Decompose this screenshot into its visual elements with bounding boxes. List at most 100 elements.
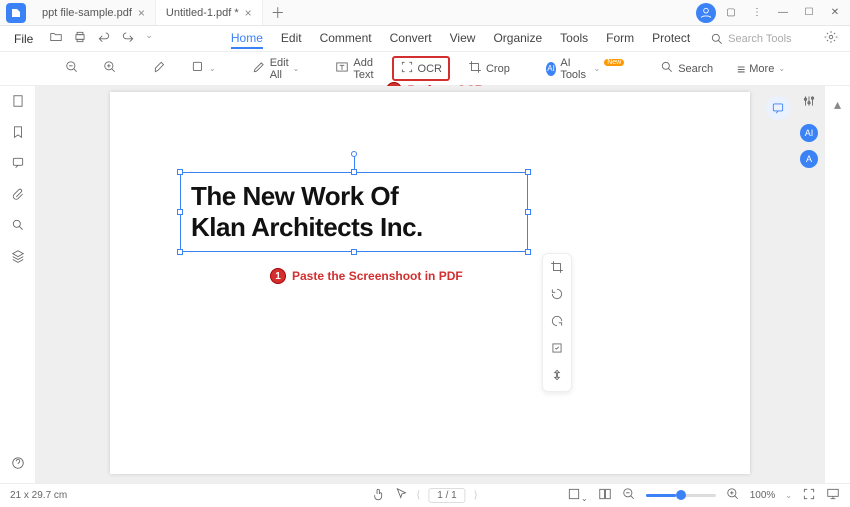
resize-handle[interactable] (177, 209, 183, 215)
callout-1-number: 1 (270, 268, 286, 284)
hand-tool-icon[interactable] (372, 487, 386, 504)
resize-handle[interactable] (351, 169, 357, 175)
tab-file-sample[interactable]: ppt file-sample.pdf × (32, 0, 156, 25)
menu-home[interactable]: Home (231, 29, 263, 49)
panel-settings-icon[interactable] (802, 94, 816, 111)
statusbar: 21 x 29.7 cm ⟨ 1 / 1 ⟩ ⌄ 100%⌄ (0, 483, 850, 507)
tab-label: ppt file-sample.pdf (42, 7, 132, 19)
zoom-slider[interactable] (646, 494, 716, 497)
new-tab-button[interactable]: ＋ (263, 3, 293, 23)
menubar: File ⌄ Home Edit Comment Convert View Or… (0, 26, 850, 52)
menu-organize[interactable]: Organize (493, 29, 542, 49)
maximize-icon[interactable]: ☐ (798, 2, 820, 24)
zoom-value[interactable]: 100% (750, 490, 776, 501)
replace-icon[interactable] (550, 341, 564, 358)
resize-handle[interactable] (525, 169, 531, 175)
rotate-handle[interactable] (351, 151, 357, 157)
close-window-icon[interactable]: ✕ (824, 2, 846, 24)
more-button[interactable]: ≡ More ⌄ (731, 57, 791, 81)
ai-dot-1[interactable]: AI (800, 124, 818, 142)
resize-handle[interactable] (351, 249, 357, 255)
chat-bubble-icon[interactable] (766, 96, 790, 120)
menu-tools[interactable]: Tools (560, 29, 588, 49)
zoom-out-button[interactable] (59, 56, 85, 81)
zoom-in-status-icon[interactable] (726, 487, 740, 504)
attachment-icon[interactable] (11, 187, 25, 204)
layers-icon[interactable] (11, 249, 25, 266)
zoom-out-status-icon[interactable] (622, 487, 636, 504)
quick-dropdown-icon[interactable]: ⌄ (145, 30, 153, 47)
presentation-icon[interactable] (826, 487, 840, 504)
search-rail-icon[interactable] (11, 218, 25, 235)
callout-1-text: Paste the Screenshoot in PDF (292, 269, 463, 283)
scroll-up-icon[interactable]: ▴ (834, 96, 841, 113)
undo-icon[interactable] (97, 30, 111, 47)
shape-button[interactable]: ⌄ (185, 56, 222, 81)
help-icon[interactable] (11, 456, 25, 473)
app-logo[interactable] (6, 3, 26, 23)
menu-protect[interactable]: Protect (652, 29, 690, 49)
redo-icon[interactable] (121, 30, 135, 47)
resize-handle[interactable] (177, 169, 183, 175)
content-line-1: The New Work Of (191, 181, 423, 212)
menu-comment[interactable]: Comment (320, 29, 372, 49)
resize-handle[interactable] (525, 249, 531, 255)
bookmark-icon[interactable] (11, 125, 25, 142)
menu-convert[interactable]: Convert (390, 29, 432, 49)
pdf-page[interactable]: The New Work Of Klan Architects Inc. 1 P… (110, 92, 750, 474)
right-rail: ▴ (824, 86, 850, 483)
settings-icon[interactable] (818, 30, 844, 47)
pointer-icon[interactable] (394, 487, 408, 504)
close-icon[interactable]: × (245, 6, 252, 20)
prev-page-icon[interactable]: ⟨ (416, 490, 420, 501)
highlight-button[interactable] (147, 56, 173, 81)
tab-untitled[interactable]: Untitled-1.pdf * × (156, 0, 263, 25)
tab-label: Untitled-1.pdf * (166, 7, 239, 19)
comment-rail-icon[interactable] (11, 156, 25, 173)
more-sel-icon[interactable] (550, 368, 564, 385)
file-menu[interactable]: File (6, 32, 41, 46)
left-rail (0, 86, 36, 483)
ai-dot-2[interactable]: A (800, 150, 818, 168)
print-icon[interactable] (73, 30, 87, 47)
rotate-left-icon[interactable] (550, 287, 564, 304)
open-icon[interactable] (49, 30, 63, 47)
ai-tools-button[interactable]: AI AI Tools ⌄ New (540, 53, 630, 85)
selected-content: The New Work Of Klan Architects Inc. (191, 181, 423, 243)
menu-form[interactable]: Form (606, 29, 634, 49)
crop-sel-icon[interactable] (550, 260, 564, 277)
search-tools-input[interactable]: Search Tools (710, 32, 791, 46)
canvas[interactable]: The New Work Of Klan Architects Inc. 1 P… (36, 86, 824, 483)
user-avatar[interactable] (696, 3, 716, 23)
menu-view[interactable]: View (450, 29, 476, 49)
kebab-icon[interactable]: ⋮ (746, 2, 768, 24)
minimize-icon[interactable]: — (772, 2, 794, 24)
titlebar: ppt file-sample.pdf × Untitled-1.pdf * ×… (0, 0, 850, 26)
menu-edit[interactable]: Edit (281, 29, 302, 49)
resize-handle[interactable] (177, 249, 183, 255)
thumbnail-icon[interactable] (11, 94, 25, 111)
rotate-line (354, 157, 355, 169)
ai-icon: AI (546, 62, 556, 76)
fullscreen-icon[interactable] (802, 487, 816, 504)
add-text-button[interactable]: Add Text (329, 53, 379, 85)
selection-frame[interactable]: The New Work Of Klan Architects Inc. (180, 172, 528, 252)
crop-label: Crop (486, 63, 510, 75)
add-text-label: Add Text (353, 57, 373, 81)
crop-button[interactable]: Crop (462, 56, 516, 81)
zoom-in-button[interactable] (97, 56, 123, 81)
more-label: More (749, 63, 774, 75)
ai-side-buttons: AI A (800, 124, 818, 168)
close-icon[interactable]: × (138, 6, 145, 20)
next-page-icon[interactable]: ⟩ (474, 490, 478, 501)
resize-handle[interactable] (525, 209, 531, 215)
fit-page-icon[interactable]: ⌄ (567, 487, 588, 504)
reading-mode-icon[interactable] (598, 487, 612, 504)
rotate-right-icon[interactable] (550, 314, 564, 331)
edit-all-button[interactable]: Edit All ⌄ (246, 53, 306, 85)
search-button[interactable]: Search (654, 56, 719, 81)
mini-icon[interactable]: ▢ (720, 2, 742, 24)
search-placeholder: Search Tools (728, 33, 791, 45)
page-indicator[interactable]: 1 / 1 (428, 488, 465, 503)
ocr-button[interactable]: OCR 2 Perform OCR (392, 56, 450, 81)
